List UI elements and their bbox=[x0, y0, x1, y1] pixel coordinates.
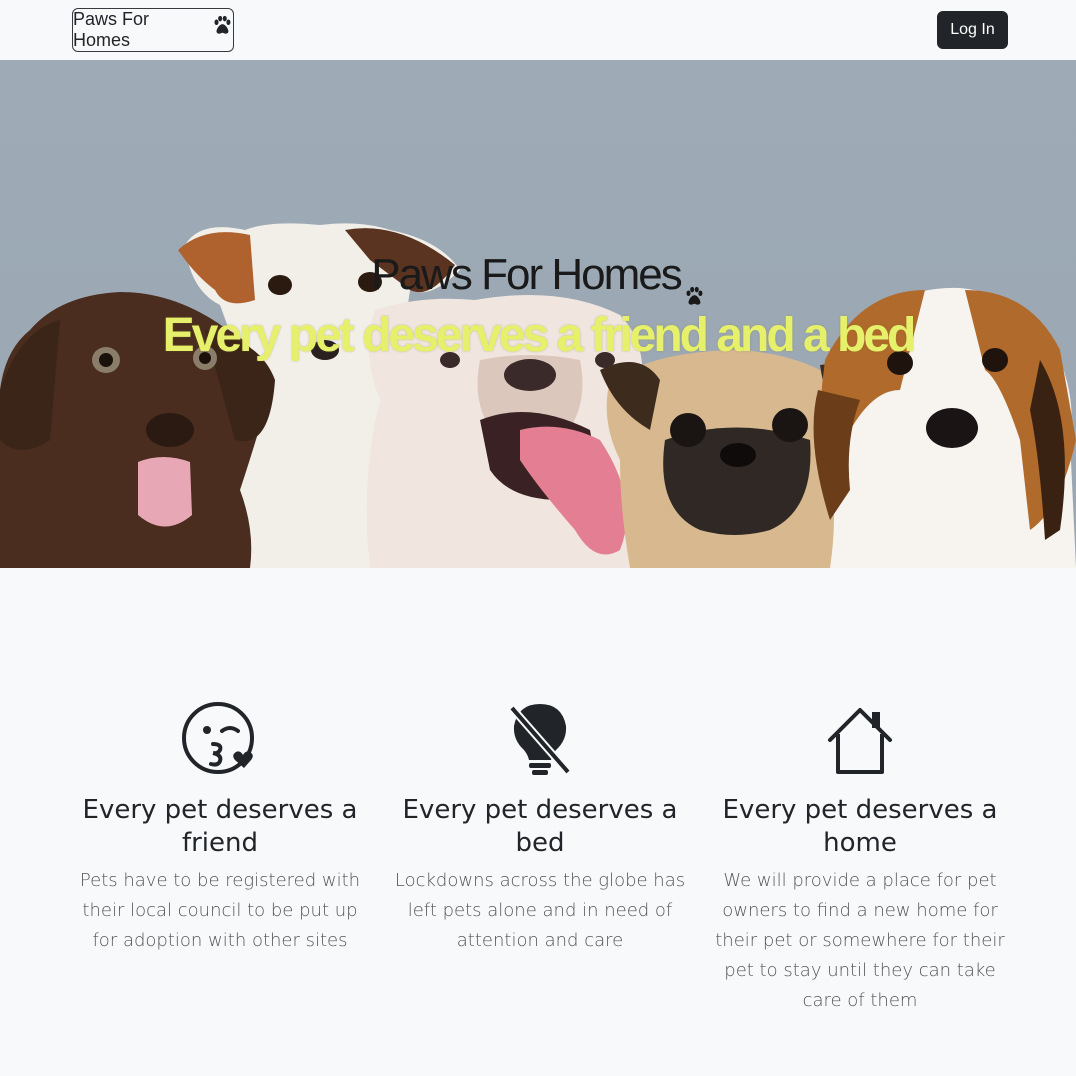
hero-title-text: Paws For Homes bbox=[371, 250, 682, 299]
hero-title: Paws For Homes bbox=[0, 250, 1076, 305]
navbar: Paws For Homes Log In bbox=[0, 0, 1076, 60]
feature-text: We will provide a place for pet owners t… bbox=[715, 870, 1005, 1011]
features-section: Every pet deserves a friend Pets have to… bbox=[0, 568, 1076, 1076]
feature-bed: Every pet deserves a bed Lockdowns acros… bbox=[390, 700, 690, 956]
paw-icon bbox=[683, 268, 705, 305]
login-button[interactable]: Log In bbox=[937, 11, 1008, 49]
kissing-face-icon bbox=[182, 702, 254, 774]
feature-text: Lockdowns across the globe has left pets… bbox=[394, 870, 686, 951]
feature-heading: Every pet deserves a bed bbox=[402, 795, 678, 858]
paw-icon bbox=[211, 14, 233, 36]
feature-heading: Every pet deserves a friend bbox=[82, 795, 358, 858]
feature-friend: Every pet deserves a friend Pets have to… bbox=[70, 700, 370, 956]
house-icon bbox=[828, 708, 892, 774]
hero-banner: Paws For Homes Every pet deserves a frie… bbox=[0, 60, 1076, 568]
brand-label: Paws For Homes bbox=[73, 9, 150, 50]
brand-link[interactable]: Paws For Homes bbox=[72, 8, 234, 52]
feature-text: Pets have to be registered with their lo… bbox=[79, 870, 361, 951]
lightbulb-off-icon bbox=[508, 704, 572, 775]
hero-subtitle: Every pet deserves a friend and a bed bbox=[162, 309, 917, 362]
feature-home: Every pet deserves a home We will provid… bbox=[710, 700, 1010, 1016]
feature-heading: Every pet deserves a home bbox=[722, 795, 998, 858]
